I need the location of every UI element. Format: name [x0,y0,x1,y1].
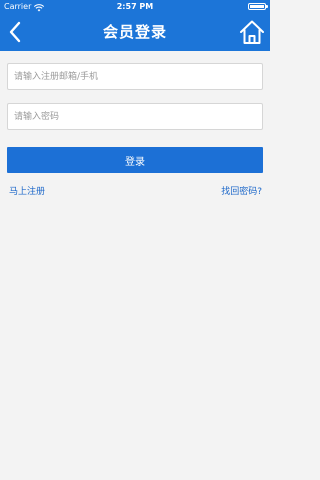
password-input[interactable] [7,103,263,130]
page-title: 会员登录 [102,23,167,41]
forgot-password-link[interactable]: 找回密码? [221,184,262,197]
login-screen: Carrier 2:57 PM 会员登录 请输入注册邮箱/手机 登录 马上注册 … [0,0,270,480]
home-button[interactable] [238,18,266,46]
battery-fill [250,5,264,8]
login-button[interactable]: 登录 [7,147,263,173]
register-link[interactable]: 马上注册 [9,184,45,197]
account-input[interactable] [7,63,263,90]
status-time: 2:57 PM [116,2,154,11]
home-icon [240,20,264,44]
nav-bar: 会员登录 [0,13,270,51]
battery-icon [248,3,268,10]
status-bar: Carrier 2:57 PM [0,0,270,13]
